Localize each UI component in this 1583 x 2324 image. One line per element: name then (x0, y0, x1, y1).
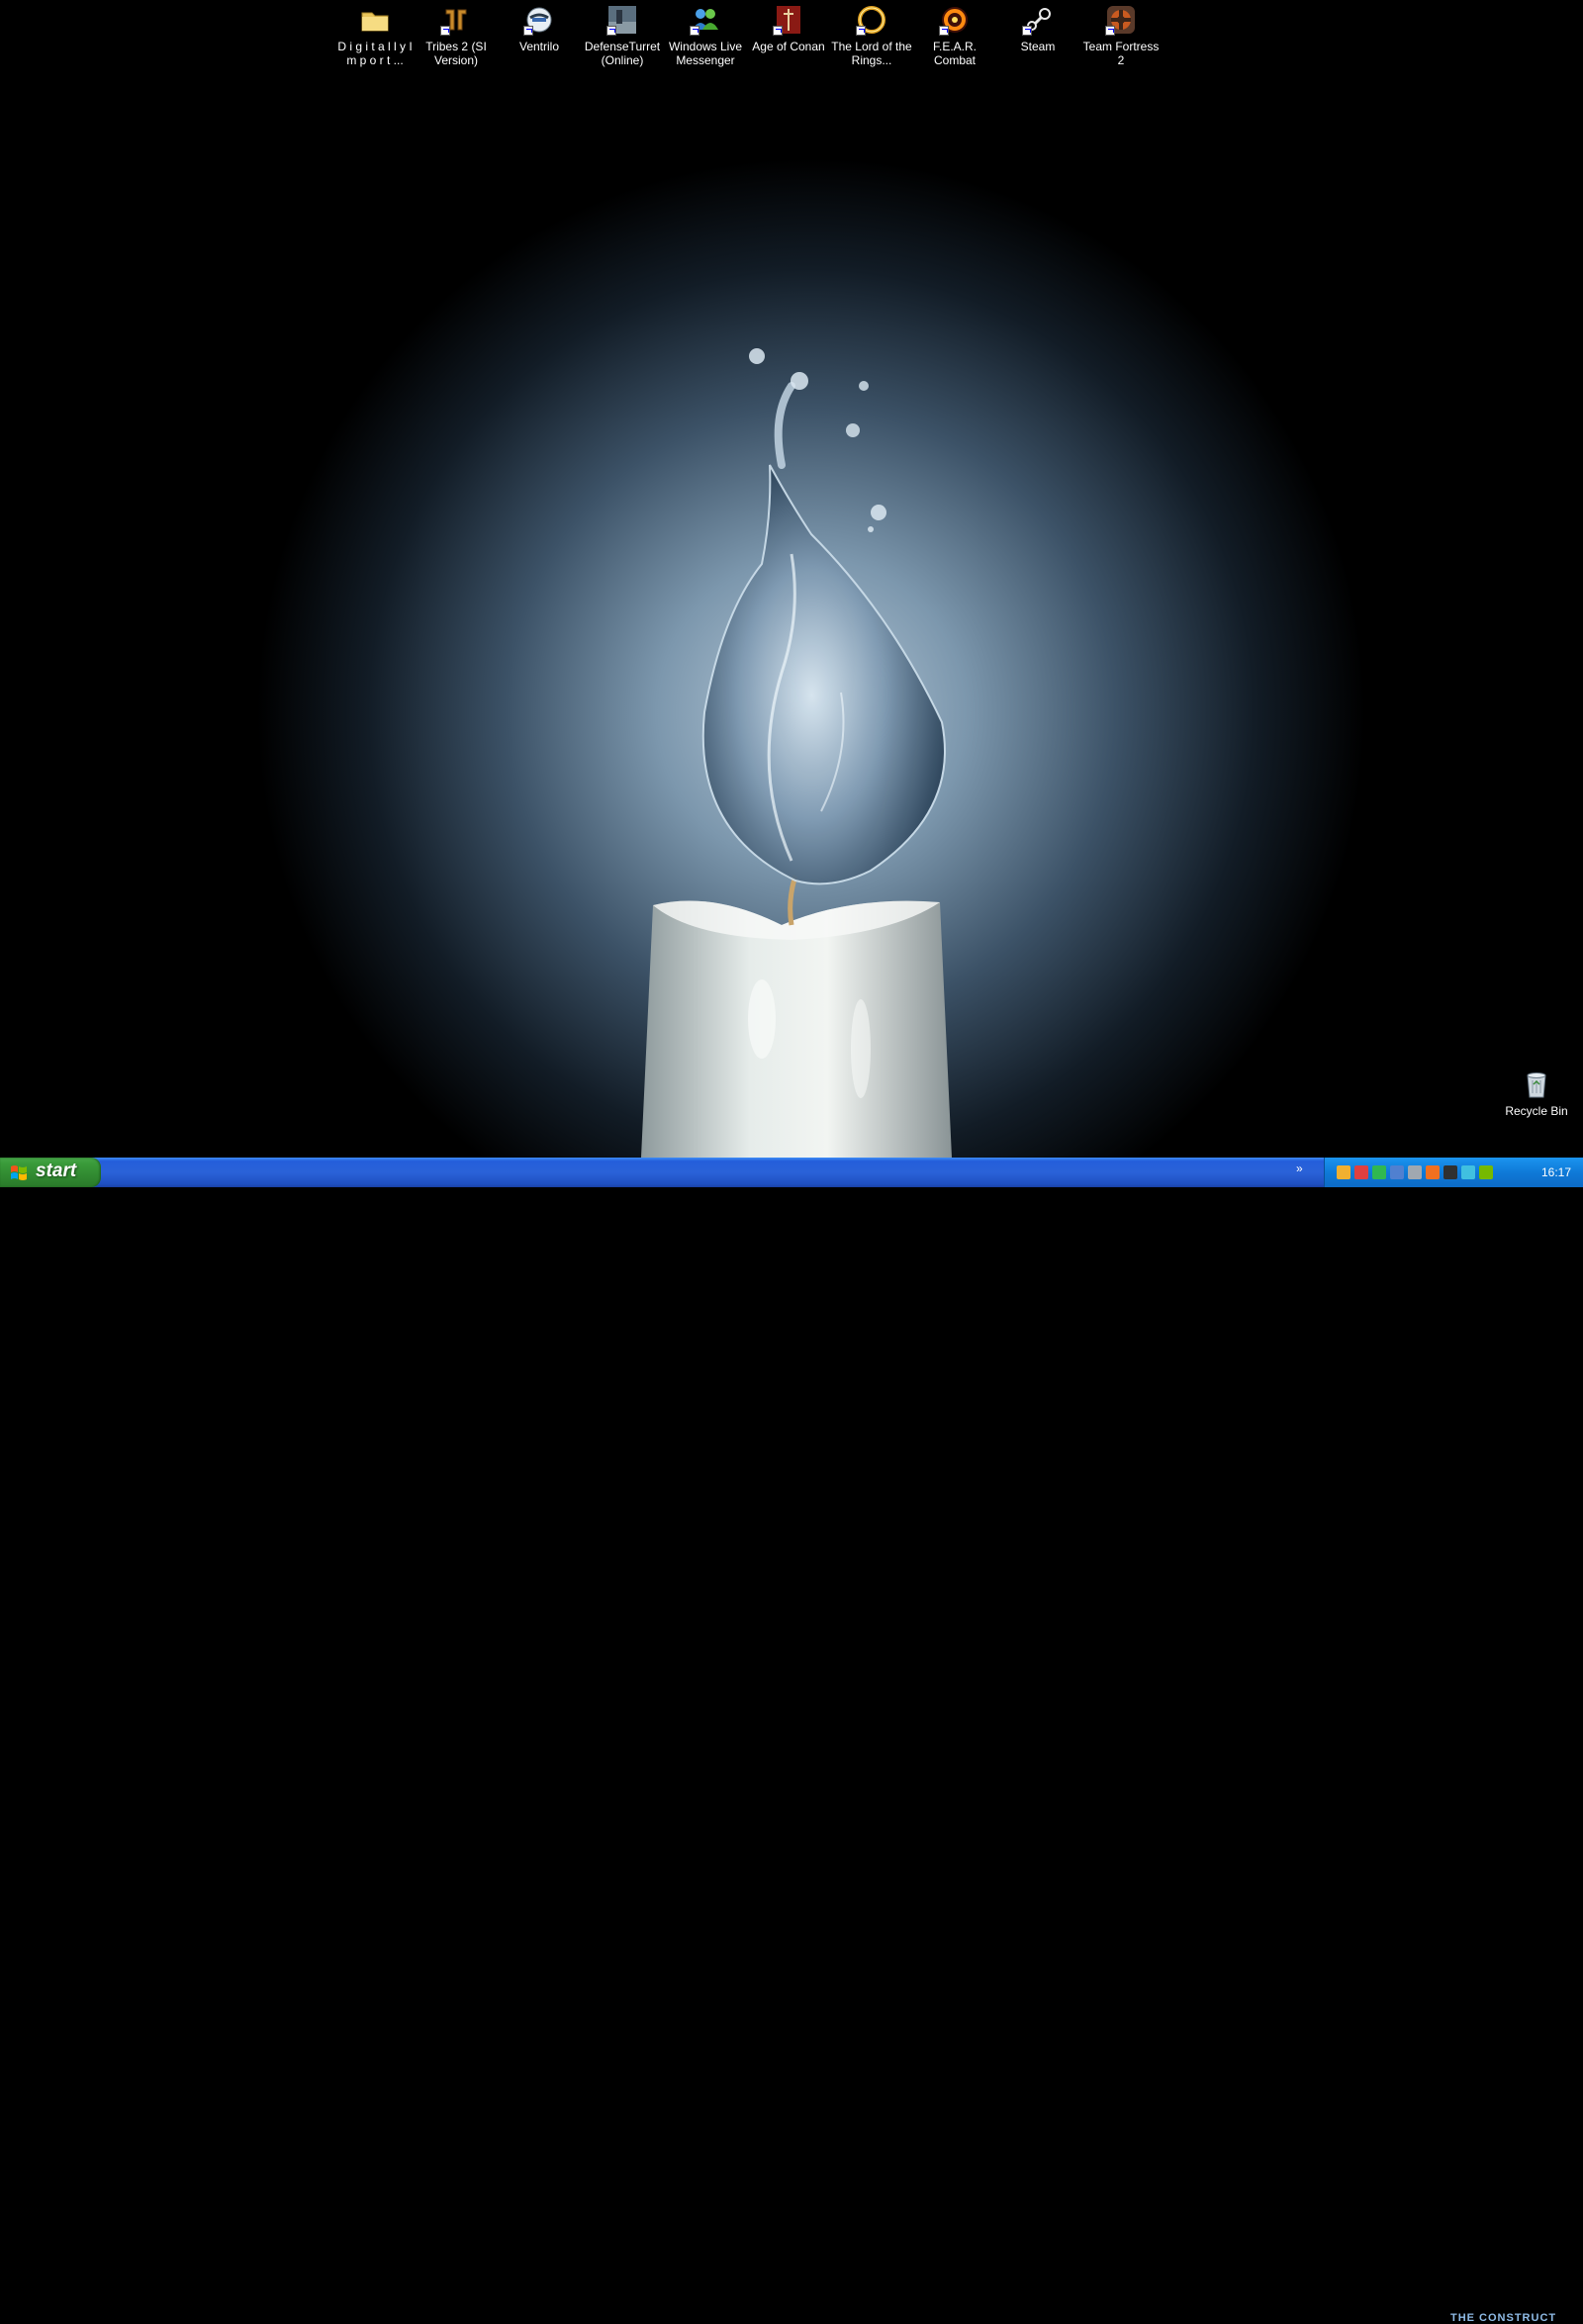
start-label: start (36, 1161, 77, 1181)
shortcut-arrow-icon (773, 26, 783, 36)
nvidia-tray-icon[interactable] (1479, 1165, 1493, 1179)
desktop-icon-label: F.E.A.R. Combat (932, 40, 977, 67)
tribes2-icon (440, 4, 472, 36)
desktop-icon-label: D i g i t a l l y I m p o r t ... (337, 40, 413, 67)
audio-tray-icon[interactable] (1408, 1165, 1422, 1179)
ventrilo-icon (523, 4, 555, 36)
desktop-icon-steam[interactable]: Steam (997, 2, 1078, 53)
tf2-icon (1105, 4, 1137, 36)
desktop-icon-lotro[interactable]: The Lord of the Rings... (831, 2, 912, 67)
shortcut-arrow-icon (1105, 26, 1115, 36)
system-tray: 16:17 (1324, 1158, 1583, 1187)
monitor-tray-icon[interactable] (1390, 1165, 1404, 1179)
desktop-icon-age-of-conan[interactable]: Age of Conan (748, 2, 829, 53)
update-tray-icon[interactable] (1426, 1165, 1440, 1179)
desktop-icon-label: Age of Conan (752, 40, 825, 53)
desktop-icon-label: Steam (1020, 40, 1056, 53)
clock[interactable]: 16:17 (1541, 1165, 1571, 1179)
pencil-tray-icon[interactable] (1337, 1165, 1350, 1179)
desktop-icon-label: Windows Live Messenger (668, 40, 743, 67)
shortcut-arrow-icon (690, 26, 699, 36)
tray-expand-button[interactable]: » (1296, 1162, 1303, 1175)
desktop-icon-defenseturret[interactable]: DefenseTurret (Online) (582, 2, 663, 67)
shortcut-arrow-icon (606, 26, 616, 36)
taskbar[interactable]: start » THE CONSTRUCT 16:17 (0, 1158, 1583, 2324)
green-app-tray-icon[interactable] (1372, 1165, 1386, 1179)
desktop-icon-digitally-imported[interactable]: D i g i t a l l y I m p o r t ... (334, 2, 416, 67)
messenger-icon (690, 4, 721, 36)
watermark-text: THE CONSTRUCT (1450, 2312, 1557, 2324)
recycle-bin-icon (1521, 1069, 1552, 1100)
windows-flag-icon (11, 1165, 27, 1180)
shortcut-arrow-icon (440, 26, 450, 36)
defenseturret-icon (606, 4, 638, 36)
lotro-icon (856, 4, 887, 36)
sync-tray-icon[interactable] (1461, 1165, 1475, 1179)
desktop-icon-tribes2[interactable]: Tribes 2 (SI Version) (416, 2, 497, 67)
shortcut-arrow-icon (939, 26, 949, 36)
desktop-icon-label: Recycle Bin (1505, 1104, 1568, 1118)
shortcut-arrow-icon (1022, 26, 1032, 36)
shortcut-arrow-icon (523, 26, 533, 36)
shortcut-arrow-icon (856, 26, 866, 36)
desktop-icon-recycle-bin[interactable]: Recycle Bin (1496, 1067, 1577, 1118)
network-users-tray-icon[interactable] (1354, 1165, 1368, 1179)
desktop-icon-ventrilo[interactable]: Ventrilo (499, 2, 580, 53)
desktop-icon-windows-live-messenger[interactable]: Windows Live Messenger (665, 2, 746, 67)
wallpaper-image (641, 348, 952, 1158)
age-of-conan-icon (773, 4, 804, 36)
fear-combat-icon (939, 4, 971, 36)
steam-icon (1022, 4, 1054, 36)
desktop-icon-label: Tribes 2 (SI Version) (425, 40, 487, 67)
security-tray-icon[interactable] (1443, 1165, 1457, 1179)
desktop-icon-label: DefenseTurret (Online) (584, 40, 661, 67)
desktop-icon-label: Team Fortress 2 (1082, 40, 1160, 67)
desktop[interactable]: D i g i t a l l y I m p o r t ... Tribes… (0, 0, 1583, 1158)
desktop-icon-label: The Lord of the Rings... (831, 40, 912, 67)
desktop-icon-team-fortress-2[interactable]: Team Fortress 2 (1080, 2, 1162, 67)
desktop-icon-fear-combat[interactable]: F.E.A.R. Combat (914, 2, 995, 67)
start-button[interactable]: start (0, 1158, 101, 1187)
folder-icon (359, 4, 391, 36)
desktop-icon-label: Ventrilo (518, 40, 560, 53)
